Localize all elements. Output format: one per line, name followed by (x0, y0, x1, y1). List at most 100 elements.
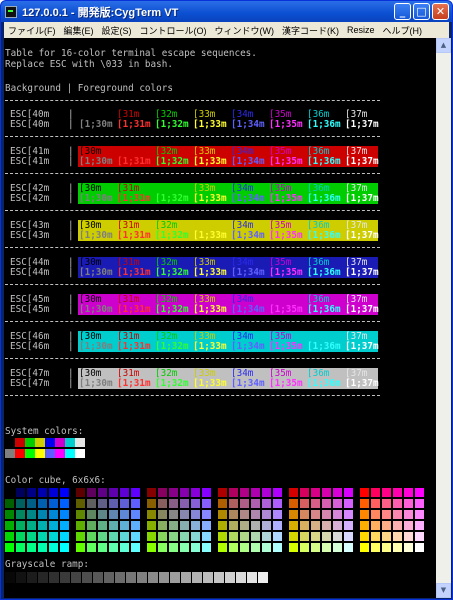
menu-control[interactable]: コントロール(O) (136, 24, 211, 37)
color-cube-cell (158, 510, 167, 519)
color-cube-cell (273, 510, 282, 519)
color-cube-cell (229, 499, 238, 508)
system-color-swatch (35, 438, 45, 447)
color-cube-cell (382, 488, 391, 497)
color-cube-cell (180, 543, 189, 552)
fg-code-bold: [1;32m (155, 267, 189, 278)
color-cube-cell (191, 532, 200, 541)
color-cube-cell (240, 521, 249, 530)
close-button[interactable]: ✕ (432, 3, 449, 20)
row-escape-label: ESC[45m (10, 304, 50, 315)
color-cube-cell (169, 499, 178, 508)
color-cube-cell (60, 499, 69, 508)
separator-line (5, 284, 380, 285)
fg-code-bold: [1;34m (231, 119, 265, 130)
color-cube-cell (251, 510, 260, 519)
color-cube-cell (202, 510, 211, 519)
fg-code-bold: [1;35m (269, 156, 303, 167)
fg-code-bold: [1;34m (231, 156, 265, 167)
menu-help[interactable]: ヘルプ(H) (379, 24, 427, 37)
fg-code-bold: [1;36m (307, 119, 341, 130)
color-cube-cell (218, 499, 227, 508)
fg-code-bold: [1;33m (193, 230, 227, 241)
fg-code-bold: [1;33m (193, 304, 227, 315)
color-cube-cell (87, 543, 96, 552)
menu-kanji-code[interactable]: 漢字コード(K) (278, 24, 343, 37)
row-divider: | (68, 156, 74, 167)
color-cube-cell (27, 499, 36, 508)
color-cube-cell (218, 521, 227, 530)
system-color-swatch (45, 449, 55, 458)
terminal-app-icon[interactable] (5, 5, 17, 18)
color-cube-cell (98, 499, 107, 508)
color-cube-cell (16, 510, 25, 519)
color-cube-cell (120, 543, 129, 552)
color-cube-cell (98, 543, 107, 552)
color-cube-cell (38, 499, 47, 508)
color-cube-cell (191, 510, 200, 519)
fg-code-bold: [1;31m (117, 267, 151, 278)
fg-code-bold: [1;33m (193, 156, 227, 167)
title-bar[interactable]: 127.0.0.1 - 開発版:CygTerm VT _ □ ✕ (1, 1, 452, 22)
color-cube-cell (393, 499, 402, 508)
color-cube-cell (109, 510, 118, 519)
color-cube-cell (109, 521, 118, 530)
fg-code-bold: [1;32m (155, 119, 189, 130)
color-cube-cell (240, 532, 249, 541)
menu-edit[interactable]: 編集(E) (60, 24, 98, 37)
maximize-button[interactable]: □ (413, 3, 430, 20)
grayscale-cell (115, 572, 125, 583)
menu-file[interactable]: ファイル(F) (4, 24, 60, 37)
fg-code-bold: [1;35m (269, 230, 303, 241)
scroll-down-arrow-icon[interactable]: ▼ (436, 583, 451, 598)
separator-line (5, 321, 380, 322)
color-cube-cell (131, 510, 140, 519)
fg-code-bold: [1;30m (79, 156, 113, 167)
menu-window[interactable]: ウィンドウ(W) (211, 24, 279, 37)
row-divider: | (68, 304, 74, 315)
grayscale-cell (104, 572, 114, 583)
system-color-swatch (75, 449, 85, 458)
color-cube-cell (344, 499, 353, 508)
system-color-swatch (75, 438, 85, 447)
color-cube-cell (131, 488, 140, 497)
color-cube-cell (344, 488, 353, 497)
color-cube-label: Color cube, 6x6x6: (5, 475, 106, 486)
color-cube-cell (87, 499, 96, 508)
minimize-button[interactable]: _ (394, 3, 411, 20)
fg-code-bold: [1;30m (79, 267, 113, 278)
color-cube-cell (218, 510, 227, 519)
fg-code-bold: [1;30m (79, 341, 113, 352)
fg-code-bold: [1;34m (231, 304, 265, 315)
color-cube-cell (180, 521, 189, 530)
color-cube-cell (404, 499, 413, 508)
color-cube-cell (202, 532, 211, 541)
scroll-up-arrow-icon[interactable]: ▲ (436, 38, 451, 53)
row-divider: | (68, 230, 74, 241)
color-cube-cell (49, 521, 58, 530)
color-cube-cell (404, 510, 413, 519)
color-cube-cell (191, 488, 200, 497)
grayscale-cell (27, 572, 37, 583)
color-cube-cell (158, 532, 167, 541)
fg-code-bold: [1;31m (117, 119, 151, 130)
color-cube-cell (404, 532, 413, 541)
row-escape-label: ESC[41m (10, 156, 50, 167)
menu-resize[interactable]: Resize (343, 25, 379, 35)
color-cube-cell (60, 543, 69, 552)
fg-code-bold: [1;34m (231, 378, 265, 389)
separator-line (5, 210, 380, 211)
table-header: Background | Foreground colors (5, 83, 173, 94)
menu-bar: ファイル(F) 編集(E) 設定(S) コントロール(O) ウィンドウ(W) 漢… (4, 22, 449, 38)
color-cube-cell (60, 521, 69, 530)
row-divider: | (68, 341, 74, 352)
color-cube-cell (202, 488, 211, 497)
row-divider: | (68, 267, 74, 278)
color-cube-cell (169, 488, 178, 497)
menu-setup[interactable]: 設定(S) (98, 24, 136, 37)
terminal-screen[interactable]: Table for 16-color terminal escape seque… (4, 38, 436, 598)
vertical-scrollbar[interactable]: ▲ ▼ (436, 38, 451, 598)
color-cube-cell (360, 499, 369, 508)
color-cube-cell (382, 510, 391, 519)
fg-code-bold: [1;33m (193, 341, 227, 352)
